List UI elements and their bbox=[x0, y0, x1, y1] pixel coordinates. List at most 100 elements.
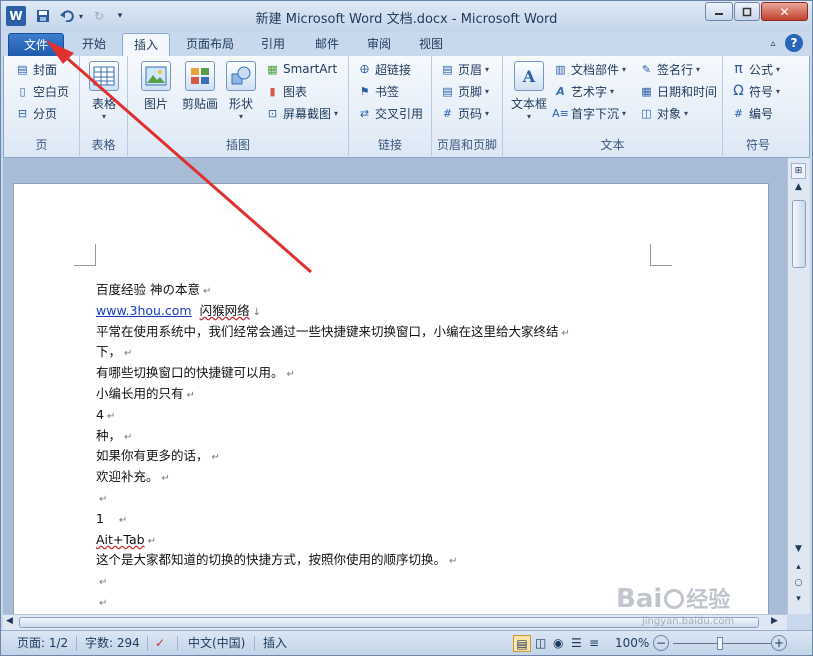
shapes-button[interactable]: 形状 ▾ bbox=[224, 61, 258, 121]
page-count[interactable]: 页面: 1/2 bbox=[17, 635, 68, 652]
chevron-down-icon: ▾ bbox=[526, 112, 531, 121]
chevron-down-icon: ▾ bbox=[485, 86, 490, 96]
textbox-icon: A bbox=[514, 61, 544, 91]
page-break-button[interactable]: ⊟ 分页 bbox=[15, 103, 57, 123]
chevron-down-icon: ▾ bbox=[610, 86, 615, 96]
scroll-left-icon[interactable]: ◀ bbox=[6, 616, 13, 626]
horizontal-scroll-thumb[interactable] bbox=[19, 617, 759, 628]
object-button[interactable]: ◫ 对象 ▾ bbox=[639, 103, 688, 123]
help-icon[interactable]: ? bbox=[785, 34, 803, 52]
zoom-slider-handle[interactable] bbox=[717, 637, 723, 650]
chevron-down-icon: ▾ bbox=[334, 108, 339, 118]
bookmark-button[interactable]: ⚑ 书签 bbox=[357, 81, 399, 101]
number-icon: # bbox=[733, 106, 744, 120]
hyperlink-button[interactable]: 🜨 超链接 bbox=[357, 59, 411, 79]
cross-reference-button[interactable]: ⇄ 交叉引用 bbox=[357, 103, 423, 123]
quick-parts-icon: ▥ bbox=[555, 62, 566, 76]
signature-line-button[interactable]: ✎ 签名行 ▾ bbox=[639, 59, 700, 79]
scroll-thumb[interactable] bbox=[792, 200, 806, 268]
document-area: 百度经验 神の本意 ↵ www.3hou.com 闪猴网络 ↓ 平常在使用系统中，我… bbox=[3, 158, 787, 623]
next-page-icon[interactable]: ▾ bbox=[791, 594, 806, 608]
tab-page-layout[interactable]: 页面布局 bbox=[179, 33, 241, 57]
scroll-down-icon[interactable]: ▼ bbox=[791, 544, 806, 558]
wordart-button[interactable]: A 艺术字 ▾ bbox=[553, 81, 614, 101]
tab-file[interactable]: 文件 bbox=[8, 33, 64, 57]
chevron-down-icon: ▾ bbox=[485, 64, 490, 74]
screenshot-button[interactable]: ⊡ 屏幕截图 ▾ bbox=[265, 103, 338, 123]
restore-button[interactable] bbox=[734, 2, 760, 21]
smartart-button[interactable]: ▦ SmartArt bbox=[265, 59, 337, 79]
tab-references[interactable]: 引用 bbox=[251, 33, 295, 57]
textbox-button[interactable]: A 文本框 ▾ bbox=[509, 61, 549, 121]
page-break-icon: ⊟ bbox=[17, 106, 28, 120]
doc-line: 这个是大家都知道的切换的快捷方式，按照你使用的顺序切换。 ↵ bbox=[96, 552, 458, 568]
outline-view-icon[interactable]: ☰ bbox=[571, 635, 582, 652]
symbol-button[interactable]: Ω 符号 ▾ bbox=[731, 81, 780, 101]
browse-object-icon[interactable]: ○ bbox=[791, 578, 806, 592]
document-body[interactable]: 百度经验 神の本意 ↵ www.3hou.com 闪猴网络 ↓ 平常在使用系统中，我… bbox=[96, 280, 656, 613]
insert-mode[interactable]: 插入 bbox=[263, 635, 287, 652]
word-count[interactable]: 字数: 294 bbox=[85, 635, 140, 652]
group-label-header-footer: 页眉和页脚 bbox=[436, 138, 497, 152]
calendar-icon: ▦ bbox=[641, 84, 652, 98]
table-icon bbox=[89, 61, 119, 91]
close-button[interactable]: ✕ bbox=[761, 2, 808, 21]
tab-review[interactable]: 审阅 bbox=[357, 33, 401, 57]
header-button[interactable]: ▤ 页眉 ▾ bbox=[440, 59, 489, 79]
doc-link[interactable]: www.3hou.com bbox=[96, 303, 192, 318]
group-label-text: 文本 bbox=[600, 138, 625, 152]
doc-line: 4 ↵ bbox=[96, 406, 116, 422]
table-button[interactable]: 表格 ▾ bbox=[88, 61, 120, 121]
doc-line: 有哪些切换窗口的快捷键可以用。 ↵ bbox=[96, 365, 295, 381]
margin-corner bbox=[74, 244, 96, 266]
numbering-button[interactable]: # 编号 bbox=[731, 103, 773, 123]
web-layout-icon[interactable]: ◉ bbox=[553, 635, 563, 652]
equation-button[interactable]: π 公式 ▾ bbox=[731, 59, 780, 79]
tab-view[interactable]: 视图 bbox=[409, 33, 453, 57]
clipart-button[interactable]: 剪贴画 bbox=[180, 61, 220, 112]
title-bar: W ▾ ↻ ▾ 新建 Microsoft Word 文档.docx - Micr… bbox=[1, 1, 812, 31]
group-label-pages: 页 bbox=[35, 138, 48, 152]
vertical-scrollbar[interactable]: ⊞ ▲ ▼ ▴ ○ ▾ bbox=[787, 158, 810, 614]
doc-line: 欢迎补充。 ↵ bbox=[96, 469, 170, 485]
signature-line-icon: ✎ bbox=[641, 62, 652, 76]
doc-line: 种， ↵ bbox=[96, 427, 133, 443]
previous-page-icon[interactable]: ▴ bbox=[791, 562, 806, 576]
tab-insert[interactable]: 插入 bbox=[122, 33, 170, 58]
doc-line: 平常在使用系统中，我们经常会通过一些快捷键来切换窗口，小编在这里给大家终结 ↵ bbox=[96, 323, 570, 339]
blank-page-button[interactable]: ▯ 空白页 bbox=[15, 81, 69, 101]
cover-page-button[interactable]: ▤ 封面 bbox=[15, 59, 57, 79]
tab-home[interactable]: 开始 bbox=[69, 33, 119, 57]
zoom-in-icon[interactable]: + bbox=[771, 635, 787, 651]
group-label-tables: 表格 bbox=[91, 138, 116, 152]
doc-line: 如果你有更多的话， ↵ bbox=[96, 448, 220, 464]
scroll-up-icon[interactable]: ▲ bbox=[791, 182, 806, 196]
quick-parts-button[interactable]: ▥ 文档部件 ▾ bbox=[553, 59, 626, 79]
screenshot-icon: ⊡ bbox=[267, 106, 278, 120]
minimize-button[interactable] bbox=[705, 2, 733, 21]
chevron-down-icon: ▾ bbox=[776, 64, 781, 74]
group-label-illustrations: 插图 bbox=[225, 138, 250, 152]
print-layout-view-icon[interactable]: ▤ bbox=[513, 635, 531, 652]
date-time-button[interactable]: ▦ 日期和时间 bbox=[639, 81, 717, 101]
reading-view-icon[interactable]: ◫ bbox=[535, 635, 546, 652]
language[interactable]: 中文(中国) bbox=[188, 635, 245, 652]
scroll-right-icon[interactable]: ▶ bbox=[771, 616, 778, 626]
minimize-icon bbox=[715, 12, 723, 15]
page-number-button[interactable]: # 页码 ▾ bbox=[440, 103, 489, 123]
ruler-toggle-icon[interactable]: ⊞ bbox=[791, 163, 806, 179]
proofing-icon[interactable]: ✓ bbox=[155, 635, 165, 652]
tab-mailings[interactable]: 邮件 bbox=[305, 33, 349, 57]
drop-cap-button[interactable]: A≡ 首字下沉 ▾ bbox=[552, 103, 626, 123]
collapse-ribbon-icon[interactable]: ▵ bbox=[764, 33, 782, 57]
horizontal-scrollbar[interactable]: ◀ ▶ bbox=[3, 614, 787, 630]
omega-icon: Ω bbox=[733, 83, 744, 99]
zoom-level[interactable]: 100% bbox=[615, 635, 649, 652]
chart-button[interactable]: ▮ 图表 bbox=[265, 81, 307, 101]
draft-view-icon[interactable]: ≡ bbox=[589, 635, 599, 652]
picture-button[interactable]: 图片 bbox=[138, 61, 174, 112]
footer-button[interactable]: ▤ 页脚 ▾ bbox=[440, 81, 489, 101]
document-page[interactable]: 百度经验 神の本意 ↵ www.3hou.com 闪猴网络 ↓ 平常在使用系统中，我… bbox=[13, 183, 769, 623]
doc-line: ↵ bbox=[99, 597, 108, 609]
zoom-out-icon[interactable]: − bbox=[653, 635, 669, 651]
